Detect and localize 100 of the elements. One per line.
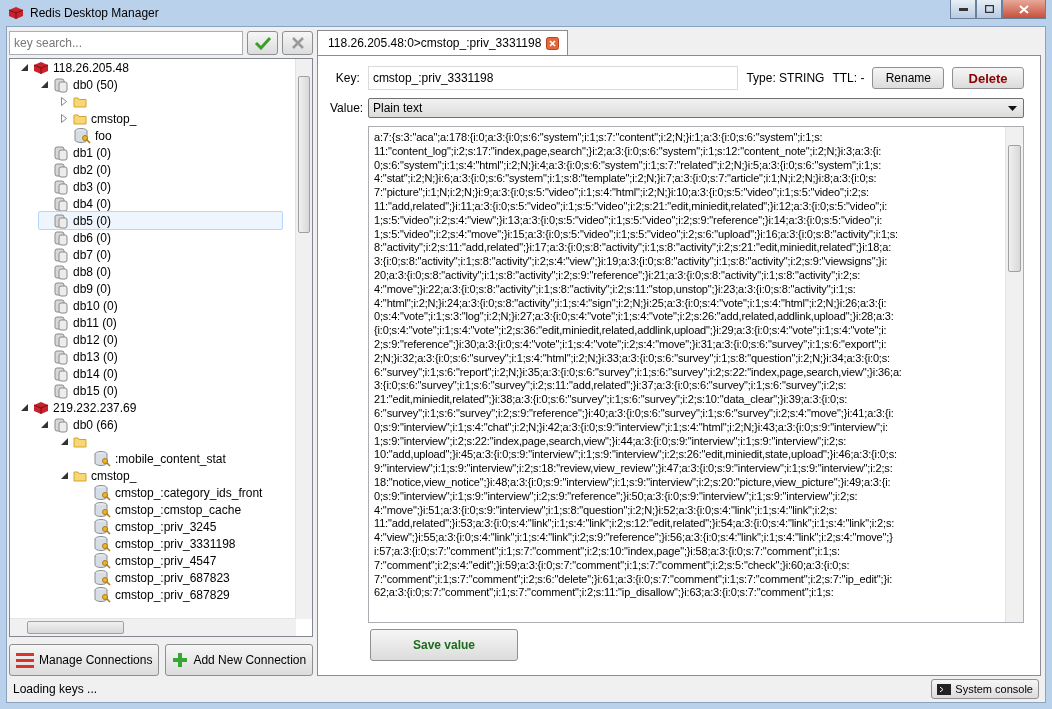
database-icon xyxy=(53,314,69,331)
console-icon xyxy=(937,683,952,695)
expanded-arrow-icon[interactable] xyxy=(20,64,28,71)
tree-item[interactable]: cmstop_:priv_687823 xyxy=(78,568,239,587)
tree-item[interactable]: cmstop_ xyxy=(58,109,146,128)
database-icon xyxy=(53,161,69,178)
key-tab[interactable]: 118.26.205.48:0>cmstop_:priv_3331198 xyxy=(317,30,569,55)
tree-item[interactable]: db12 (0) xyxy=(38,330,127,349)
expanded-arrow-icon[interactable] xyxy=(60,472,68,479)
tree-item[interactable]: db2 (0) xyxy=(38,160,121,179)
vertical-scrollbar[interactable] xyxy=(295,59,312,619)
database-icon xyxy=(53,280,69,297)
tree-item[interactable]: 118.26.205.48 xyxy=(18,59,138,77)
tree-item[interactable]: db9 (0) xyxy=(38,279,121,298)
maximize-button[interactable] xyxy=(976,0,1002,19)
close-icon xyxy=(1019,4,1029,14)
close-icon[interactable] xyxy=(546,36,560,50)
expanded-arrow-icon[interactable] xyxy=(20,404,28,411)
tree-item[interactable]: db4 (0) xyxy=(38,194,121,213)
database-icon xyxy=(53,144,69,161)
database-key-icon xyxy=(93,450,111,467)
add-connection-button[interactable]: Add New Connection xyxy=(165,644,314,676)
cross-icon xyxy=(290,36,305,50)
key-search-field[interactable]: key search... xyxy=(9,31,243,55)
save-value-button[interactable]: Save value xyxy=(370,629,518,661)
tree-item[interactable]: cmstop_ xyxy=(58,466,146,485)
collapsed-arrow-icon[interactable] xyxy=(61,114,67,123)
delete-button[interactable]: Delete xyxy=(952,67,1024,89)
maximize-icon xyxy=(984,5,994,13)
tree-item[interactable]: db11 (0) xyxy=(38,313,126,332)
tree-item[interactable]: db15 (0) xyxy=(38,381,127,400)
database-key-icon xyxy=(93,484,111,501)
expanded-arrow-icon[interactable] xyxy=(40,81,48,88)
database-key-icon xyxy=(93,501,111,518)
folder-icon xyxy=(73,95,87,108)
minimize-icon xyxy=(958,7,968,11)
server-cube-icon xyxy=(8,6,24,20)
key-label: Key: xyxy=(334,71,360,85)
status-text: Loading keys ... xyxy=(13,682,98,696)
database-icon xyxy=(53,382,69,399)
tree-item[interactable]: db13 (0) xyxy=(38,347,127,366)
database-key-icon xyxy=(93,535,111,552)
tree-item[interactable]: cmstop_:priv_3331198 xyxy=(78,534,245,553)
system-console-button[interactable]: System console xyxy=(931,679,1039,699)
database-icon xyxy=(53,178,69,195)
tree-item[interactable]: db0 (50) xyxy=(38,75,127,94)
database-key-icon xyxy=(93,586,111,603)
tree-item[interactable]: :mobile_content_stat xyxy=(78,449,235,468)
key-type-label: Type: STRING xyxy=(746,71,825,85)
folder-icon xyxy=(73,435,87,448)
tree-item[interactable]: foo xyxy=(58,126,121,145)
server-cube-icon xyxy=(33,60,49,75)
database-icon xyxy=(53,331,69,348)
key-name-field[interactable]: cmstop_:priv_3331198 xyxy=(367,66,739,90)
tree-item[interactable]: db14 (0) xyxy=(38,364,127,383)
tree-item[interactable]: db10 (0) xyxy=(38,296,127,315)
tree-item[interactable]: cmstop_:cmstop_cache xyxy=(78,500,251,519)
horizontal-scrollbar[interactable] xyxy=(10,618,296,636)
tree-item[interactable]: 219.232.237.69 xyxy=(18,398,146,417)
tree-item[interactable]: cmstop_:priv_687829 xyxy=(78,585,239,604)
tree-item[interactable]: db0 (66) xyxy=(38,415,127,434)
tree-item[interactable]: db6 (0) xyxy=(38,228,121,247)
plus-icon xyxy=(172,652,189,668)
tree-item[interactable]: db8 (0) xyxy=(38,262,121,281)
ttl-label: TTL: - xyxy=(832,71,865,85)
minimize-button[interactable] xyxy=(950,0,976,19)
tree-item[interactable]: cmstop_:priv_3245 xyxy=(78,517,226,536)
tree-item[interactable]: db5 (0) xyxy=(38,211,283,230)
tree-item[interactable]: cmstop_:category_ids_front xyxy=(78,483,272,502)
window-title: Redis Desktop Manager xyxy=(30,6,160,20)
database-icon xyxy=(53,263,69,280)
database-key-icon xyxy=(93,518,111,535)
dropdown-arrow-icon xyxy=(1008,105,1017,111)
tree-item[interactable]: cmstop_:priv_4547 xyxy=(78,551,226,570)
expanded-arrow-icon[interactable] xyxy=(40,421,48,428)
vertical-scrollbar[interactable] xyxy=(1005,127,1023,622)
tree-item[interactable]: db1 (0) xyxy=(38,143,121,162)
database-icon xyxy=(53,212,69,229)
close-button[interactable] xyxy=(1002,0,1046,19)
folder-icon xyxy=(73,469,87,482)
manage-connections-button[interactable]: Manage Connections xyxy=(9,644,160,676)
database-key-icon xyxy=(93,569,111,586)
database-icon xyxy=(53,229,69,246)
expanded-arrow-icon[interactable] xyxy=(60,438,68,445)
tree-item[interactable]: db3 (0) xyxy=(38,177,121,196)
format-dropdown[interactable]: Plain text xyxy=(368,98,1024,118)
database-icon xyxy=(53,297,69,314)
menu-icon xyxy=(16,652,34,668)
database-key-icon xyxy=(93,552,111,569)
database-icon xyxy=(53,365,69,382)
database-icon xyxy=(53,246,69,263)
value-label: Value: xyxy=(330,101,360,115)
apply-filter-button[interactable] xyxy=(247,31,278,55)
clear-filter-button[interactable] xyxy=(282,31,313,55)
rename-button[interactable]: Rename xyxy=(872,67,945,89)
database-key-icon xyxy=(73,127,91,144)
folder-icon xyxy=(73,112,87,125)
tree-item[interactable]: db7 (0) xyxy=(38,245,121,264)
server-cube-icon xyxy=(33,400,49,415)
collapsed-arrow-icon[interactable] xyxy=(61,97,67,106)
